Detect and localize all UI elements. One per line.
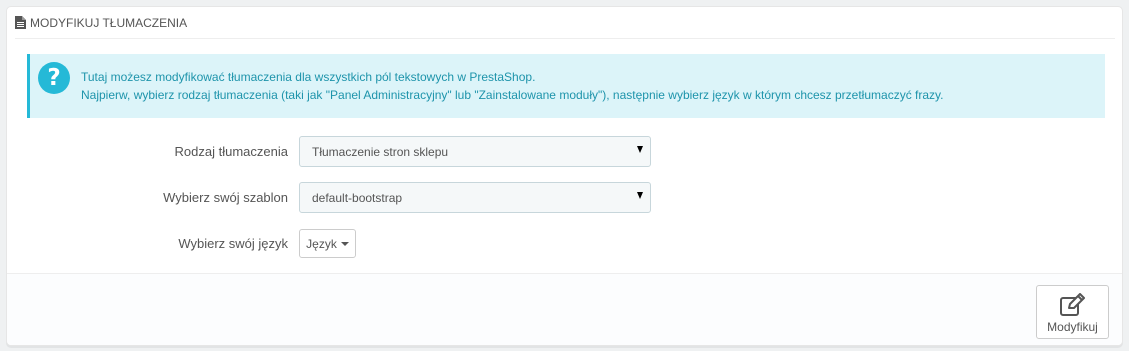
caret-down-icon — [637, 146, 643, 153]
caret-down-icon — [637, 192, 643, 199]
modify-button[interactable]: Modyfikuj — [1036, 285, 1109, 339]
language-dropdown-label: Język — [306, 236, 337, 251]
panel-title: MODYFIKUJ TŁUMACZENIA — [30, 15, 188, 30]
translation-type-select[interactable]: Tłumaczenie stron sklepu — [299, 136, 651, 167]
modify-button-label: Modyfikuj — [1047, 320, 1098, 334]
translations-panel: MODYFIKUJ TŁUMACZENIA ? Tutaj możesz mod… — [6, 6, 1123, 346]
translation-type-label: Rodzaj tłumaczenia — [174, 144, 288, 159]
caret-down-icon — [340, 241, 349, 246]
translation-type-value: Tłumaczenie stron sklepu — [312, 144, 449, 159]
document-icon — [15, 16, 26, 29]
info-alert: ? Tutaj możesz modyfikować tłumaczenia d… — [27, 54, 1105, 118]
question-icon: ? — [38, 62, 70, 94]
panel-footer: Modyfikuj — [7, 273, 1122, 345]
panel-heading: MODYFIKUJ TŁUMACZENIA — [15, 7, 1115, 39]
edit-icon — [1059, 293, 1087, 317]
language-dropdown-button[interactable]: Język — [299, 229, 356, 258]
theme-select[interactable]: default-bootstrap — [299, 182, 651, 213]
language-label: Wybierz swój język — [178, 236, 288, 251]
alert-line-2: Najpierw, wybierz rodzaj tłumaczenia (ta… — [81, 88, 944, 102]
theme-label: Wybierz swój szablon — [163, 190, 288, 205]
alert-line-1: Tutaj możesz modyfikować tłumaczenia dla… — [81, 70, 536, 84]
theme-value: default-bootstrap — [312, 190, 403, 205]
